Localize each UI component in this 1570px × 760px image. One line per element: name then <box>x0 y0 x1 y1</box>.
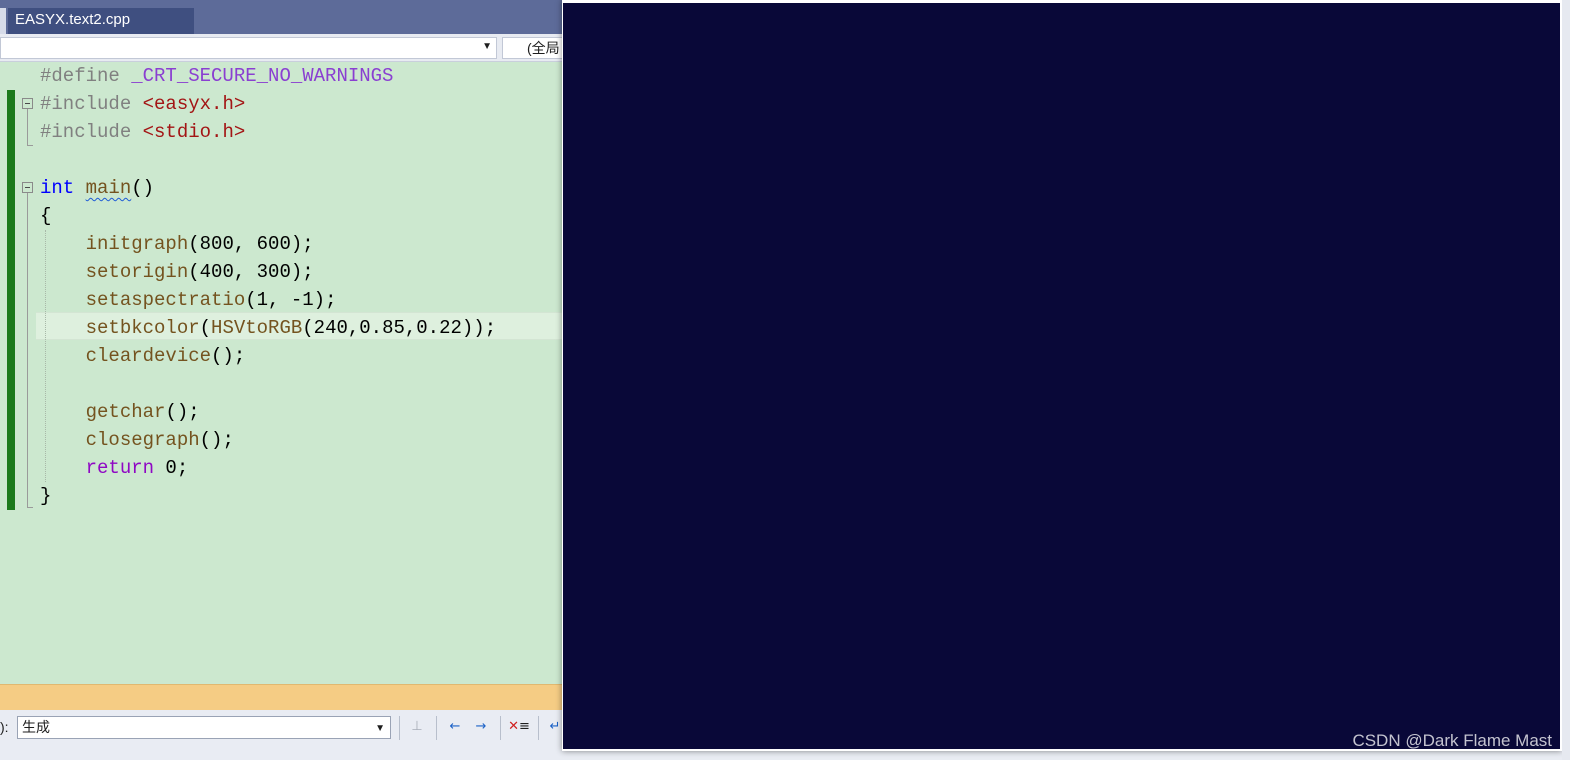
code-token: (); <box>165 401 200 423</box>
code-token: _CRT_SECURE_NO_WARNINGS <box>131 65 394 87</box>
code-token: <stdio.h> <box>142 121 246 143</box>
graphics-canvas[interactable] <box>563 3 1560 749</box>
code-token: #include <box>40 121 143 143</box>
code-line[interactable]: { <box>40 202 496 230</box>
code-line[interactable]: getchar(); <box>40 398 496 426</box>
code-token: #include <box>40 93 143 115</box>
code-line[interactable]: setaspectratio(1, -1); <box>40 286 496 314</box>
find-message-icon[interactable]: ⊥ <box>406 716 428 738</box>
code-line[interactable]: #define _CRT_SECURE_NO_WARNINGS <box>40 62 496 90</box>
code-line[interactable]: int main() <box>40 174 496 202</box>
toolbar-separator <box>399 716 400 740</box>
code-line[interactable]: cleardevice(); <box>40 342 496 370</box>
code-token: return <box>85 457 155 479</box>
code-line[interactable] <box>40 370 496 398</box>
output-source-dropdown[interactable]: 生成 ▼ <box>17 716 391 739</box>
code-token: } <box>40 485 52 507</box>
code-token: main <box>85 177 132 199</box>
code-line[interactable]: initgraph(800, 600); <box>40 230 496 258</box>
code-token: { <box>40 205 52 227</box>
scope-dropdown-label: (全局 <box>527 40 560 56</box>
code-token: (400, 300); <box>188 261 314 283</box>
code-text[interactable]: #define _CRT_SECURE_NO_WARNINGS #include … <box>40 62 496 510</box>
code-token: <easyx.h> <box>142 93 246 115</box>
code-line[interactable]: return 0; <box>40 454 496 482</box>
align-right-icon[interactable]: → <box>470 716 492 738</box>
code-line[interactable]: #include <easyx.h> <box>40 90 496 118</box>
code-token: (); <box>199 429 234 451</box>
code-token: setbkcolor <box>85 317 200 339</box>
fold-guide-end <box>27 145 33 146</box>
toolbar-separator <box>500 716 501 740</box>
code-line[interactable]: #include <stdio.h> <box>40 118 496 146</box>
screen: EASYX.text2.cpp ▼ (全局 #define _CRT_SECUR… <box>0 0 1570 760</box>
code-token: (1, -1); <box>245 289 337 311</box>
watermark: CSDN @Dark Flame Mast <box>1352 731 1552 750</box>
code-token: #define <box>40 65 132 87</box>
code-token: () <box>131 177 155 199</box>
fold-guide <box>27 193 28 507</box>
code-token: HSVtoRGB <box>211 317 303 339</box>
code-token: closegraph <box>85 429 200 451</box>
easyx-graphics-window[interactable] <box>562 0 1562 751</box>
change-tracking-bar <box>7 90 15 510</box>
output-source-value: 生成 <box>22 719 50 735</box>
tab-strip-left-edge <box>0 8 6 34</box>
code-token: (800, 600); <box>188 233 314 255</box>
clear-all-icon[interactable]: ✕≡ <box>508 716 530 738</box>
code-token: setaspectratio <box>85 289 246 311</box>
code-line[interactable]: setorigin(400, 300); <box>40 258 496 286</box>
ide-right-edge <box>1562 0 1570 760</box>
code-token: ( <box>199 317 212 339</box>
project-dropdown[interactable]: ▼ <box>0 37 497 59</box>
tab-easyx-text2-cpp[interactable]: EASYX.text2.cpp <box>8 8 194 34</box>
code-token: int <box>40 177 75 199</box>
code-line[interactable]: } <box>40 482 496 510</box>
align-left-icon[interactable]: ← <box>444 716 466 738</box>
fold-guide <box>27 109 28 145</box>
toolbar-separator <box>538 716 539 740</box>
collapse-main-icon[interactable] <box>22 182 33 193</box>
code-line[interactable]: setbkcolor(HSVtoRGB(240,0.85,0.22)); <box>40 314 497 342</box>
fold-guide-end <box>27 507 33 508</box>
chevron-down-icon: ▼ <box>482 41 492 52</box>
code-token: setorigin <box>85 261 189 283</box>
code-line[interactable]: closegraph(); <box>40 426 496 454</box>
code-token: initgraph <box>85 233 189 255</box>
chevron-down-icon: ▼ <box>375 723 385 734</box>
code-token: 0; <box>154 457 189 479</box>
collapse-includes-icon[interactable] <box>22 98 33 109</box>
toolbar-separator <box>436 716 437 740</box>
code-token: (); <box>211 345 246 367</box>
output-source-label: ): <box>0 719 9 735</box>
code-token: getchar <box>85 401 166 423</box>
code-line[interactable] <box>40 146 496 174</box>
code-token: (240,0.85,0.22)); <box>302 317 497 339</box>
code-token: cleardevice <box>85 345 212 367</box>
